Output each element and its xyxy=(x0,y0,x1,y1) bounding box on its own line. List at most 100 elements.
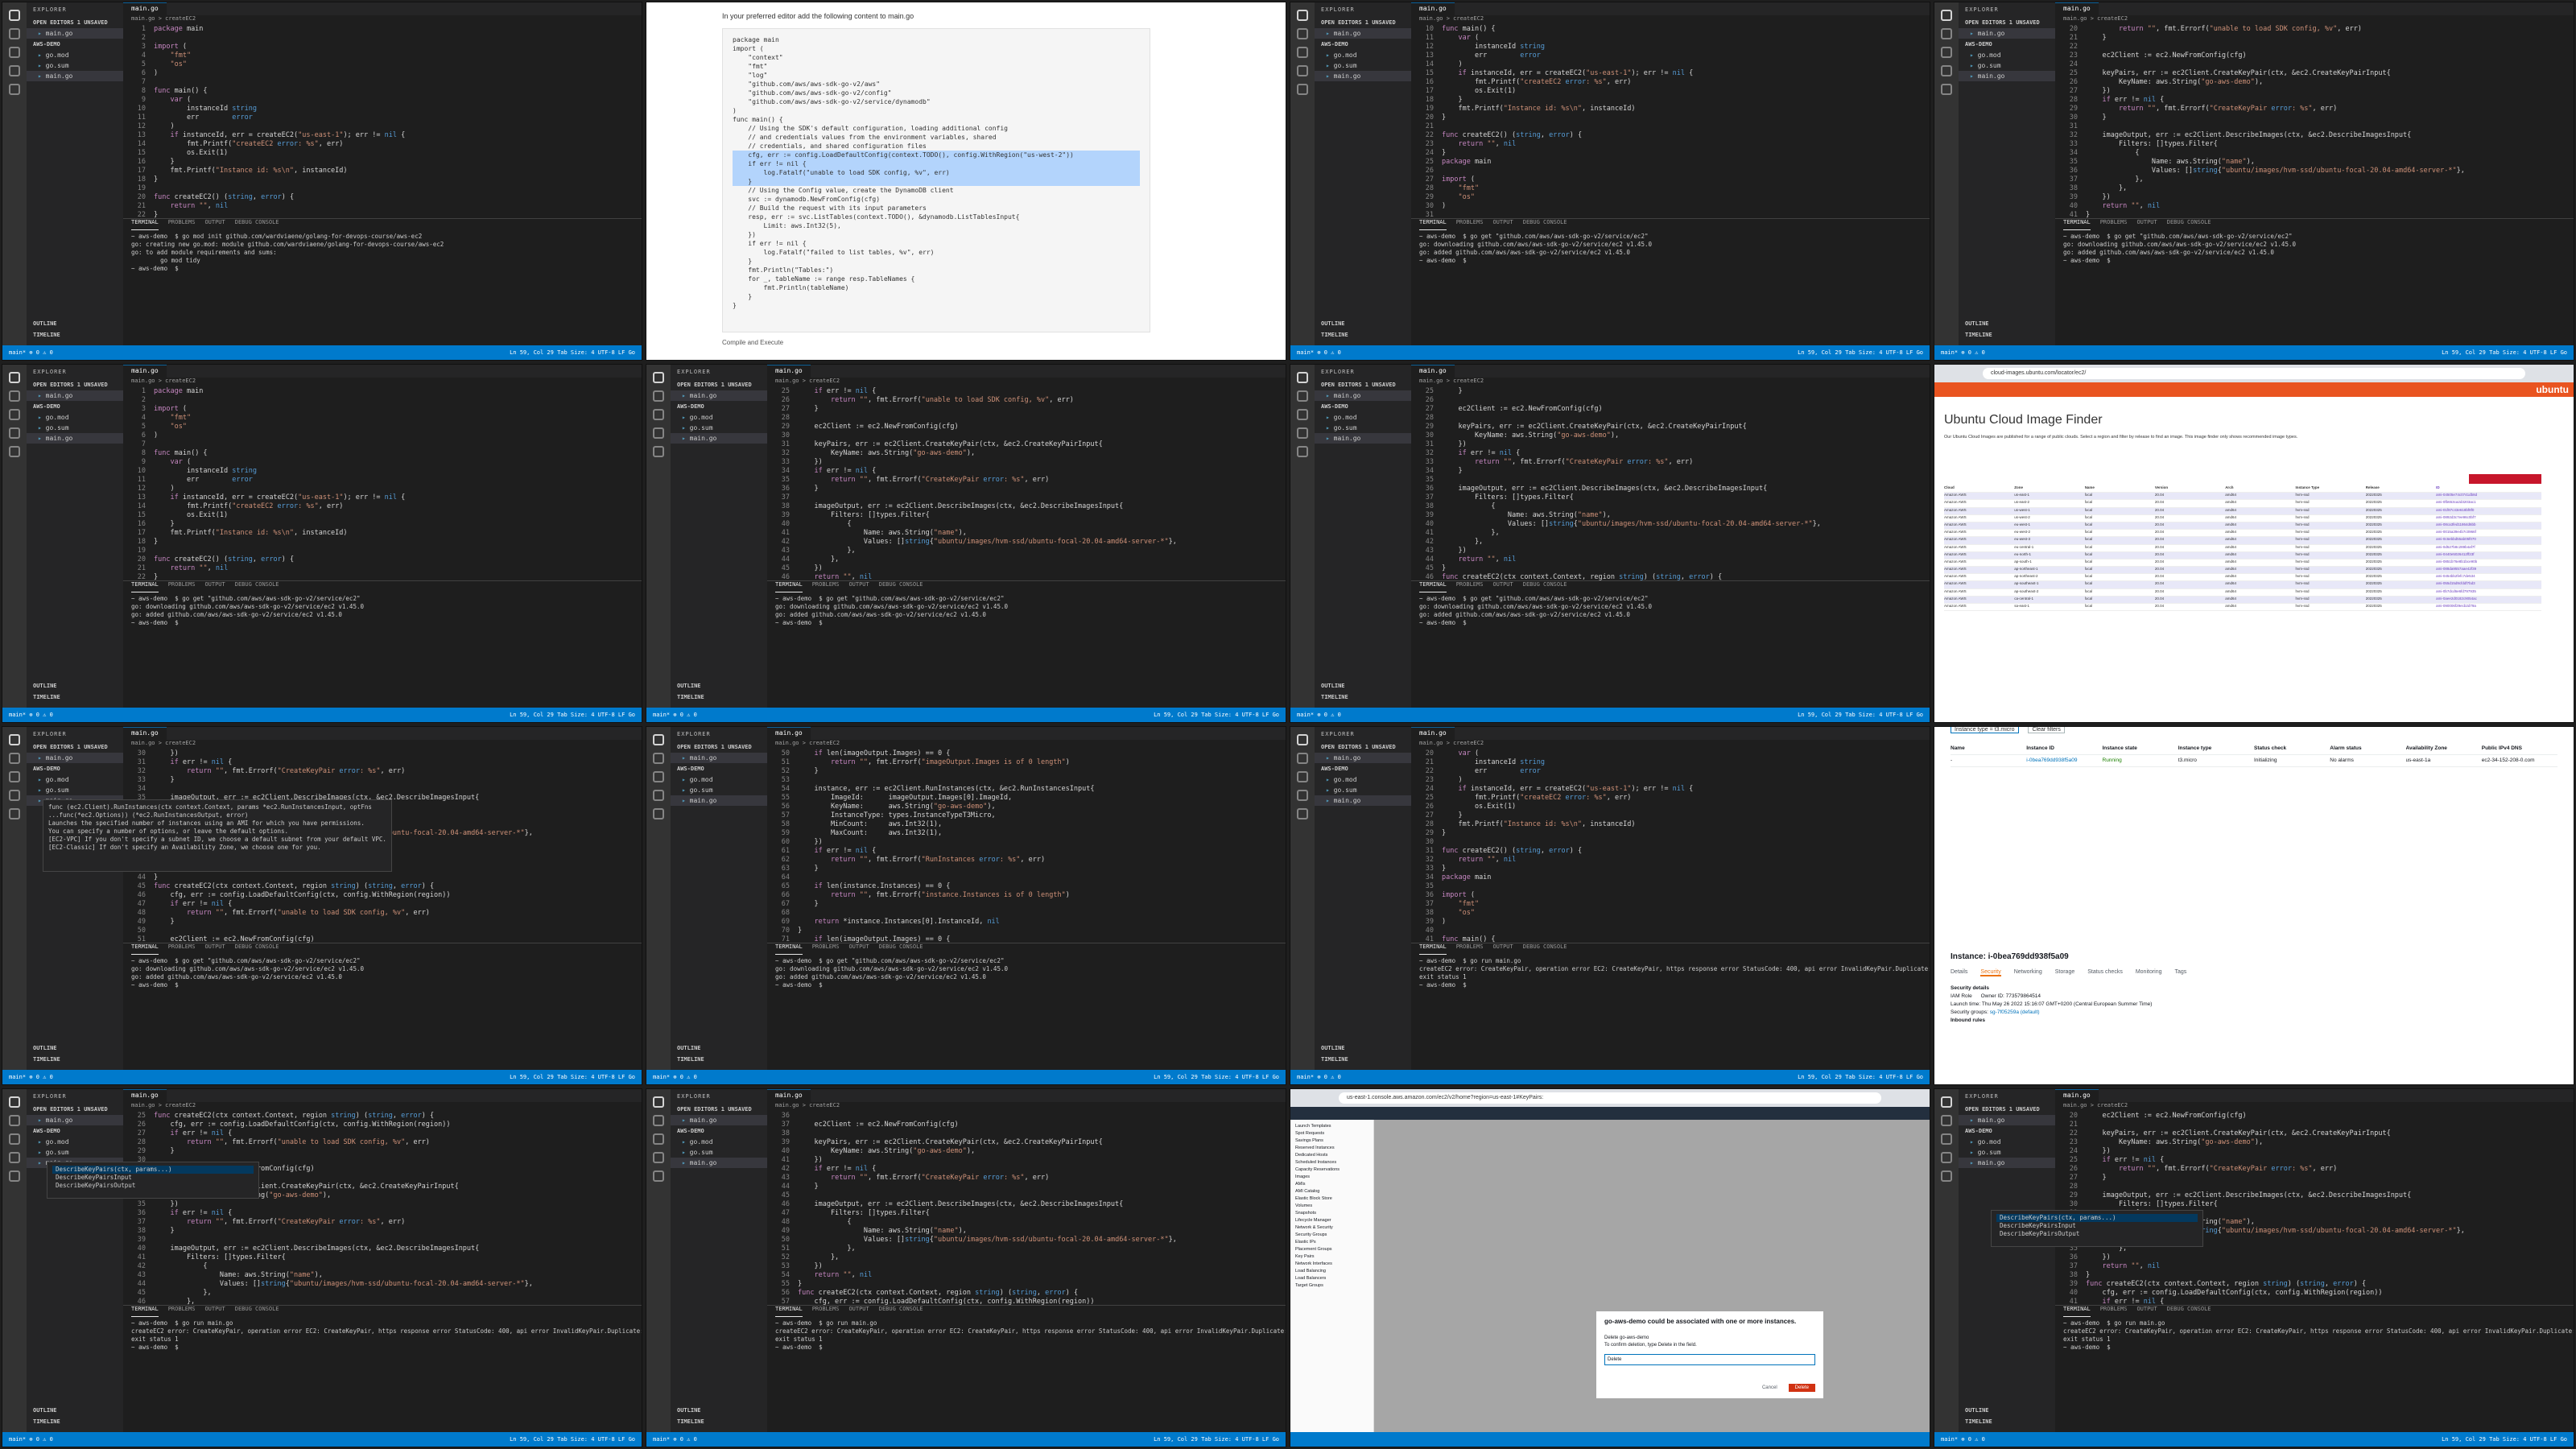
table-cell[interactable]: ami-04505e74c0741db8d xyxy=(2436,493,2541,499)
breadcrumb[interactable]: main.go > createEC2 xyxy=(767,378,1286,387)
code-lines[interactable]: 25 func createEC2(ctx context.Context, re… xyxy=(123,1112,642,1305)
editor-tab-main-go[interactable]: main.go xyxy=(2055,2,2099,15)
source-control-icon[interactable] xyxy=(1297,47,1308,58)
nav-item[interactable]: Images xyxy=(1295,1174,1368,1181)
source-control-icon[interactable] xyxy=(653,409,664,420)
status-branch[interactable]: main* ⊗ 0 ⚠ 0 xyxy=(9,1436,53,1443)
filter-token[interactable]: Instance type = t3.micro xyxy=(1951,727,2019,733)
panel-tab[interactable]: OUTPUT xyxy=(1492,943,1513,955)
workspace-section[interactable]: AWS-DEMO xyxy=(671,763,767,774)
timeline-section[interactable]: TIMELINE xyxy=(27,691,123,703)
open-editors-section[interactable]: OPEN EDITORS 1 UNSAVED xyxy=(671,1104,767,1115)
source-control-icon[interactable] xyxy=(653,1133,664,1145)
files-icon[interactable] xyxy=(653,1096,664,1108)
timeline-section[interactable]: TIMELINE xyxy=(1315,1054,1411,1065)
panel-tab[interactable]: PROBLEMS xyxy=(168,219,196,230)
panel-tab[interactable]: DEBUG CONSOLE xyxy=(2167,219,2211,230)
code-lines[interactable]: 20 var (21 instanceId string 22 err error… xyxy=(1411,749,1930,943)
extensions-icon[interactable] xyxy=(653,446,664,457)
open-editor-main-go[interactable]: main.go xyxy=(671,390,767,401)
open-editors-section[interactable]: OPEN EDITORS 1 UNSAVED xyxy=(27,1104,123,1115)
open-editor-main-go[interactable]: main.go xyxy=(1959,28,2055,39)
workspace-section[interactable]: AWS-DEMO xyxy=(1959,1125,2055,1137)
source-control-icon[interactable] xyxy=(1297,409,1308,420)
file-item[interactable]: main.go xyxy=(1959,71,2055,81)
open-editor-main-go[interactable]: main.go xyxy=(27,1115,123,1125)
panel-tab[interactable]: OUTPUT xyxy=(204,943,225,955)
open-editor-main-go[interactable]: main.go xyxy=(671,1115,767,1125)
detail-tab[interactable]: Tags xyxy=(2175,969,2187,976)
panel-tab[interactable]: TERMINAL xyxy=(2063,219,2091,230)
status-branch[interactable]: main* ⊗ 0 ⚠ 0 xyxy=(1941,349,1985,356)
source-control-icon[interactable] xyxy=(9,771,20,782)
source-control-icon[interactable] xyxy=(9,409,20,420)
files-icon[interactable] xyxy=(1297,10,1308,21)
file-item[interactable]: go.sum xyxy=(671,1147,767,1158)
status-branch[interactable]: main* ⊗ 0 ⚠ 0 xyxy=(1297,349,1341,356)
status-branch[interactable]: main* ⊗ 0 ⚠ 0 xyxy=(9,1074,53,1080)
outline-section[interactable]: OUTLINE xyxy=(1315,680,1411,691)
panel-tab[interactable]: PROBLEMS xyxy=(168,943,196,955)
search-icon[interactable] xyxy=(653,390,664,402)
workspace-section[interactable]: AWS-DEMO xyxy=(27,763,123,774)
run-debug-icon[interactable] xyxy=(9,427,20,439)
open-editor-main-go[interactable]: main.go xyxy=(1959,1115,2055,1125)
address-bar[interactable]: cloud-images.ubuntu.com/locator/ec2/ xyxy=(1983,368,2525,379)
table-cell[interactable]: i-0bea769dd938f5a09 xyxy=(2026,755,2102,766)
security-details-heading[interactable]: Security details xyxy=(1951,985,2557,993)
status-info[interactable]: Ln 59, Col 29 Tab Size: 4 UTF-8 LF Go xyxy=(1154,1432,1279,1447)
code-editor[interactable]: main.go main.go > createEC2 1 package main 2… xyxy=(123,365,642,580)
terminal-output[interactable]: ~ aws-demo $ go get "github.com/aws/aws-… xyxy=(123,592,642,630)
status-branch[interactable]: main* ⊗ 0 ⚠ 0 xyxy=(1297,712,1341,718)
code-lines[interactable]: 20 return "", fmt.Errorf("unable to load… xyxy=(2055,25,2574,218)
run-debug-icon[interactable] xyxy=(653,1152,664,1163)
file-item[interactable]: go.mod xyxy=(671,412,767,423)
terminal-output[interactable]: ~ aws-demo $ go run main.go createEC2 er… xyxy=(123,1317,642,1354)
workspace-section[interactable]: AWS-DEMO xyxy=(671,1125,767,1137)
outline-section[interactable]: OUTLINE xyxy=(671,1042,767,1054)
inbound-rules-heading[interactable]: Inbound rules xyxy=(1951,1017,2557,1025)
timeline-section[interactable]: TIMELINE xyxy=(27,1054,123,1065)
extensions-icon[interactable] xyxy=(653,808,664,819)
source-control-icon[interactable] xyxy=(9,1133,20,1145)
nav-item[interactable]: Security Groups xyxy=(1295,1232,1368,1239)
editor-tab-main-go[interactable]: main.go xyxy=(767,727,811,740)
panel-tab[interactable]: DEBUG CONSOLE xyxy=(1523,581,1567,592)
files-icon[interactable] xyxy=(9,1096,20,1108)
code-editor[interactable]: main.go main.go > createEC2 36 37 ec2Client… xyxy=(767,1089,1286,1305)
panel-tab[interactable]: OUTPUT xyxy=(1492,219,1513,230)
outline-section[interactable]: OUTLINE xyxy=(1959,1405,2055,1416)
terminal-output[interactable]: ~ aws-demo $ go get "github.com/aws/aws-… xyxy=(123,955,642,992)
table-cell[interactable]: ami-0892d3c7ee96c0bf7 xyxy=(2436,515,2541,522)
code-lines[interactable]: 25 } 26 27 ec2Client := ec2.NewFromConfig(… xyxy=(1411,387,1930,580)
panel-tab[interactable]: TERMINAL xyxy=(131,1306,159,1317)
terminal-output[interactable]: ~ aws-demo $ go get "github.com/aws/aws-… xyxy=(767,955,1286,992)
source-control-icon[interactable] xyxy=(1297,771,1308,782)
column-header[interactable]: Status check xyxy=(2254,743,2330,754)
search-icon[interactable] xyxy=(653,753,664,764)
editor-tab-main-go[interactable]: main.go xyxy=(123,727,167,740)
panel-tab[interactable]: OUTPUT xyxy=(204,219,225,230)
terminal-output[interactable]: ~ aws-demo $ go run main.go createEC2 er… xyxy=(767,1317,1286,1354)
image-search-input[interactable] xyxy=(2469,474,2541,484)
table-cell[interactable]: ami-0fb653ca2d3203ac1 xyxy=(2436,500,2541,506)
table-cell[interactable]: ami-01f87c43e618bf8f0 xyxy=(2436,508,2541,514)
panel-tab[interactable]: TERMINAL xyxy=(2063,1306,2091,1317)
breadcrumb[interactable]: main.go > createEC2 xyxy=(767,740,1286,749)
code-editor[interactable]: main.go main.go > createEC2 20 return "", … xyxy=(2055,2,2574,218)
file-item[interactable]: go.mod xyxy=(1315,50,1411,60)
extensions-icon[interactable] xyxy=(1297,808,1308,819)
panel-tab[interactable]: TERMINAL xyxy=(131,219,159,230)
panel-tab[interactable]: DEBUG CONSOLE xyxy=(1523,219,1567,230)
status-branch[interactable]: main* ⊗ 0 ⚠ 0 xyxy=(653,1074,697,1080)
timeline-section[interactable]: TIMELINE xyxy=(671,1054,767,1065)
table-cell[interactable]: ami-0015a39e4b7c0966f xyxy=(2436,530,2541,536)
editor-tab-main-go[interactable]: main.go xyxy=(767,365,811,378)
nav-item[interactable]: Elastic IPs xyxy=(1295,1239,1368,1246)
outline-section[interactable]: OUTLINE xyxy=(1315,318,1411,329)
file-item[interactable]: main.go xyxy=(1315,71,1411,81)
timeline-section[interactable]: TIMELINE xyxy=(671,1416,767,1427)
panel-tab[interactable]: TERMINAL xyxy=(1419,219,1447,230)
extensions-icon[interactable] xyxy=(1297,84,1308,95)
cancel-button[interactable]: Cancel xyxy=(1757,1384,1782,1392)
